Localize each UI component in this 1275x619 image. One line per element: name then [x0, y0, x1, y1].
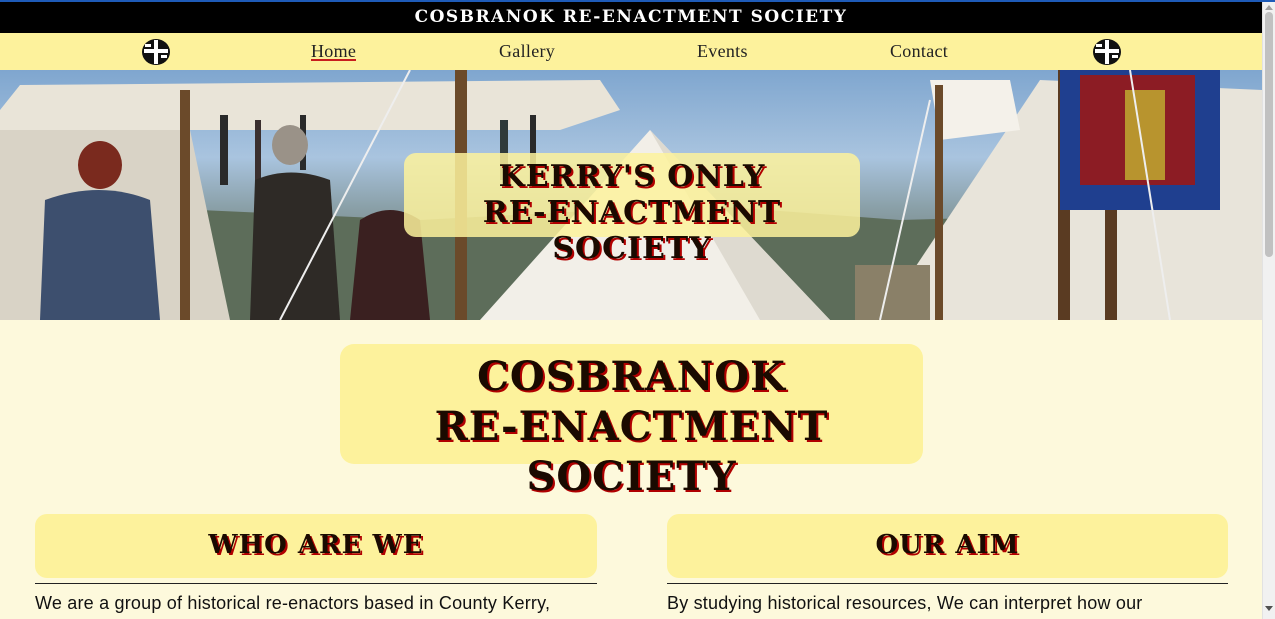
cross-shield-icon[interactable]: [1092, 38, 1122, 66]
main-title-line1: COSBRANOK: [477, 353, 786, 400]
page-scrollbar[interactable]: [1262, 2, 1275, 619]
nav-contact-link[interactable]: Contact: [890, 33, 948, 70]
hero-tagline-line1: KERRY'S ONLY: [498, 159, 766, 194]
hero-banner: KERRY'S ONLY RE-ENACTMENT SOCIETY: [0, 70, 1262, 320]
section-divider: [667, 583, 1228, 584]
who-are-we-text: We are a group of historical re-enactors…: [35, 593, 551, 613]
scroll-thumb[interactable]: [1265, 12, 1273, 257]
scroll-down-arrow-icon[interactable]: [1265, 606, 1273, 611]
our-aim-text: By studying historical resources, We can…: [667, 593, 1143, 613]
scroll-up-arrow-icon[interactable]: [1265, 5, 1273, 10]
our-aim-heading: OUR AIM: [667, 514, 1228, 578]
cross-shield-icon[interactable]: [141, 38, 171, 66]
who-are-we-heading: WHO ARE WE: [35, 514, 597, 578]
main-title-line2: RE-ENACTMENT SOCIETY: [434, 403, 829, 500]
nav-bar: Home Gallery Events Contact: [0, 33, 1262, 70]
section-divider: [35, 583, 597, 584]
nav-home-link[interactable]: Home: [311, 33, 357, 61]
hero-tagline-badge: KERRY'S ONLY RE-ENACTMENT SOCIETY: [404, 153, 860, 266]
site-title: COSBRANOK RE-ENACTMENT SOCIETY: [414, 7, 848, 27]
nav-events-link[interactable]: Events: [697, 33, 748, 70]
nav-gallery-link[interactable]: Gallery: [499, 33, 555, 70]
site-title-bar: COSBRANOK RE-ENACTMENT SOCIETY: [0, 2, 1262, 33]
hero-tagline-line2: RE-ENACTMENT SOCIETY: [482, 195, 782, 266]
main-title-box: COSBRANOK RE-ENACTMENT SOCIETY: [340, 344, 923, 500]
